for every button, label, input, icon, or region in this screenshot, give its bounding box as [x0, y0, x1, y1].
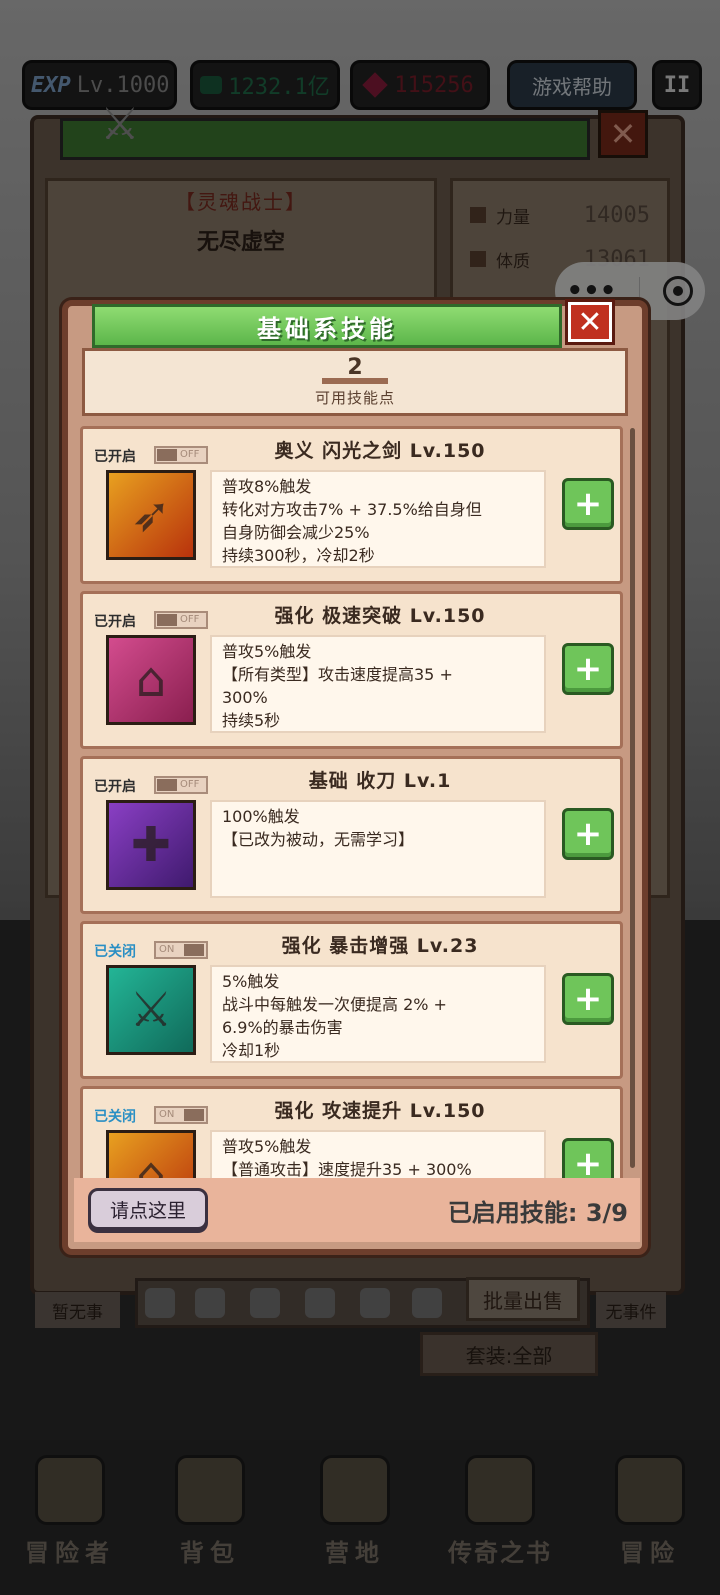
- toggle-text: OFF: [180, 449, 200, 460]
- skill-icon-glyph: ⚔: [129, 982, 173, 1038]
- upgrade-skill-button[interactable]: +: [562, 643, 614, 695]
- click-here-button[interactable]: 请点这里: [88, 1188, 208, 1230]
- skill-name: 强化 极速突破 Lv.150: [274, 605, 486, 627]
- skill-state-label: 已开启: [94, 779, 136, 795]
- skill-description-line: 300%: [222, 688, 268, 707]
- skill-name: 奥义 闪光之剑 Lv.150: [274, 440, 486, 462]
- skill-description-line: 【所有类型】攻击速度提高35 +: [222, 665, 453, 684]
- skill-description-line: 冷却1秒: [222, 1041, 281, 1060]
- plus-icon: +: [573, 484, 603, 524]
- skill-name: 强化 暴击增强 Lv.23: [281, 935, 479, 957]
- flash-sword-icon: ➶: [106, 470, 196, 560]
- toggle-text: OFF: [180, 614, 200, 625]
- skill-description: 普攻5%触发【普通攻击】速度提升35 + 300%: [210, 1130, 546, 1178]
- skill-description-line: 自身防御会减少25%: [222, 523, 370, 542]
- skill-state-label: 已开启: [94, 614, 136, 630]
- skill-state-label: 已关闭: [94, 944, 136, 960]
- speed-boot-icon: ⌂: [106, 1130, 196, 1178]
- skill-points-underline: [322, 378, 388, 384]
- skill-toggle-switch[interactable]: ON: [154, 941, 208, 959]
- toggle-knob: [157, 449, 177, 461]
- boot-icon: ⌂: [106, 635, 196, 725]
- plus-icon: +: [573, 979, 603, 1019]
- skill-description-line: 战斗中每触发一次便提高 2% +: [222, 995, 447, 1014]
- skill-icon-glyph: ✚: [130, 817, 172, 873]
- skill-description: 100%触发【已改为被动，无需学习】: [210, 800, 546, 898]
- plus-icon: +: [573, 1144, 603, 1178]
- sheath-icon: ✚: [106, 800, 196, 890]
- skill-icon-glyph: ⌂: [135, 652, 167, 708]
- skill-toggle-switch[interactable]: OFF: [154, 446, 208, 464]
- toggle-knob: [157, 779, 177, 791]
- skill-icon-glyph: ➶: [130, 487, 172, 543]
- toggle-text: ON: [159, 1109, 175, 1120]
- dialog-title-bar: 基础系技能: [92, 304, 562, 348]
- skill-toggle-switch[interactable]: OFF: [154, 611, 208, 629]
- enabled-skills-count: 已启用技能: 3/9: [447, 1199, 628, 1227]
- skill-description: 普攻8%触发转化对方攻击7% + 37.5%给自身但 自身防御会减少25% 持续30…: [210, 470, 546, 568]
- plus-icon: +: [573, 814, 603, 854]
- skill-state-label: 已开启: [94, 449, 136, 465]
- skill-list[interactable]: 已开启 OFF 奥义 闪光之剑 Lv.150 ➶ 普攻8%触发转化对方攻击7% + 37…: [74, 420, 640, 1178]
- plus-icon: +: [573, 649, 603, 689]
- toggle-text: ON: [159, 944, 175, 955]
- critical-blade-icon: ⚔: [106, 965, 196, 1055]
- upgrade-skill-button[interactable]: +: [562, 1138, 614, 1178]
- skill-description: 普攻5%触发【所有类型】攻击速度提高35 + 300% 持续5秒: [210, 635, 546, 733]
- toggle-knob: [184, 944, 204, 956]
- skill-icon-glyph: ⌂: [135, 1147, 167, 1178]
- skill-description-line: 普攻5%触发: [222, 642, 312, 661]
- skill-description-line: 【普通攻击】速度提升35 + 300%: [222, 1160, 472, 1178]
- skill-name: 基础 收刀 Lv.1: [308, 770, 452, 792]
- skill-description-line: 普攻8%触发: [222, 477, 312, 496]
- upgrade-skill-button[interactable]: +: [562, 808, 614, 860]
- toggle-knob: [157, 614, 177, 626]
- toggle-text: OFF: [180, 779, 200, 790]
- dialog-close-button[interactable]: ✕: [568, 302, 612, 342]
- skill-description-line: 6.9%的暴击伤害: [222, 1018, 343, 1037]
- skill-description-line: 5%触发: [222, 972, 280, 991]
- skill-description-line: 100%触发: [222, 807, 300, 826]
- upgrade-skill-button[interactable]: +: [562, 973, 614, 1025]
- skill-description: 5%触发战斗中每触发一次便提高 2% + 6.9%的暴击伤害 冷却1秒: [210, 965, 546, 1063]
- skill-state-label: 已关闭: [94, 1109, 136, 1125]
- skill-points-value: 2: [347, 355, 363, 380]
- skill-toggle-switch[interactable]: OFF: [154, 776, 208, 794]
- toggle-knob: [184, 1109, 204, 1121]
- skill-description-line: 持续5秒: [222, 711, 281, 730]
- dialog-title: 基础系技能: [257, 314, 397, 343]
- skill-toggle-switch[interactable]: ON: [154, 1106, 208, 1124]
- skill-points-label: 可用技能点: [314, 389, 395, 407]
- skill-description-line: 普攻5%触发: [222, 1137, 312, 1156]
- skill-description-line: 持续300秒，冷却2秒: [222, 546, 375, 565]
- upgrade-skill-button[interactable]: +: [562, 478, 614, 530]
- skill-name: 强化 攻速提升 Lv.150: [274, 1100, 486, 1122]
- skill-description-line: 转化对方攻击7% + 37.5%给自身但: [222, 500, 482, 519]
- skill-description-line: 【已改为被动，无需学习】: [222, 830, 415, 849]
